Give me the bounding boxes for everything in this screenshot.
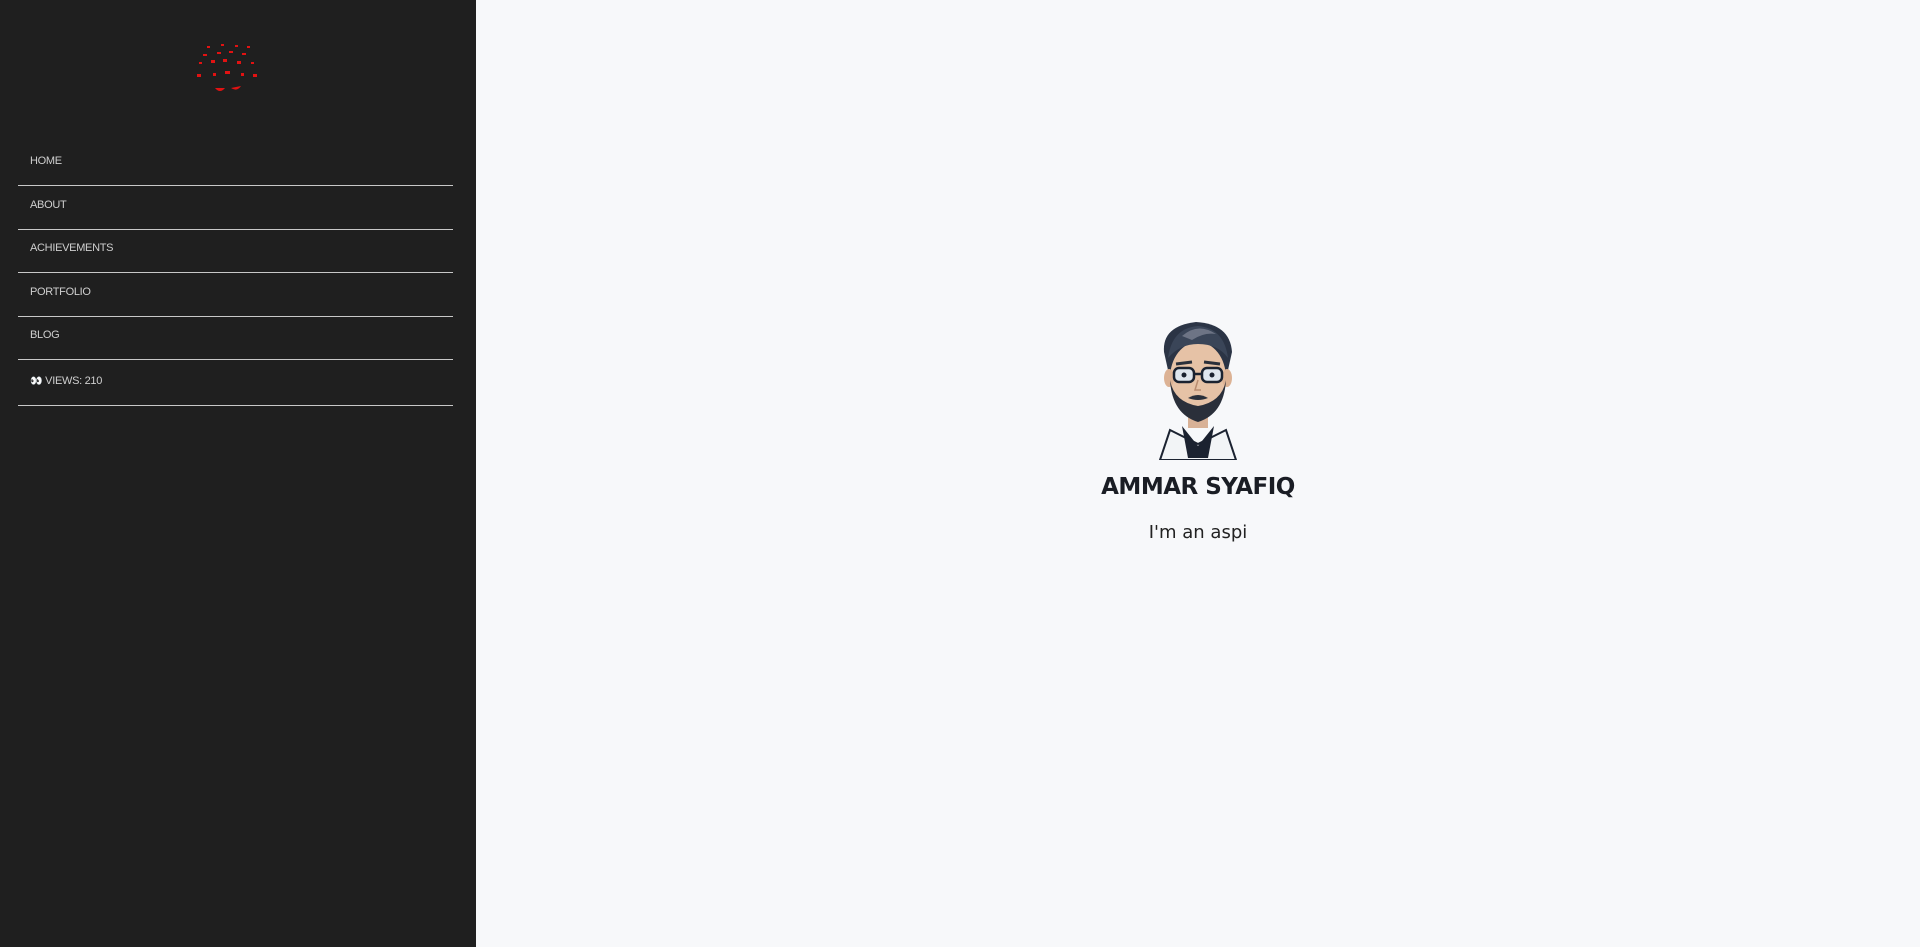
profile-section: AMMAR SYAFIQ I'm an aspi: [476, 318, 1920, 543]
sidebar: HOME ABOUT ACHIEVEMENTS PORTFOLIO BLOG 👀…: [0, 0, 476, 947]
sidebar-item-blog[interactable]: BLOG: [18, 318, 453, 361]
profile-name: AMMAR SYAFIQ: [1101, 474, 1295, 500]
sidebar-item-about[interactable]: ABOUT: [18, 188, 453, 230]
views-counter-label: VIEWS: 210: [45, 374, 103, 387]
views-counter: 👀 VIEWS: 210: [18, 362, 453, 406]
page: HOME ABOUT ACHIEVEMENTS PORTFOLIO BLOG 👀…: [0, 0, 1920, 947]
profile-tagline: I'm an aspi: [1148, 522, 1248, 543]
bearded-man-glasses-avatar: [1158, 322, 1238, 460]
main-content: AMMAR SYAFIQ I'm an aspi: [476, 0, 1920, 947]
eyes-icon: 👀: [30, 375, 43, 387]
sidebar-nav: HOME ABOUT ACHIEVEMENTS PORTFOLIO BLOG 👀…: [18, 144, 453, 408]
sidebar-item-achievements[interactable]: ACHIEVEMENTS: [18, 231, 453, 274]
sidebar-item-portfolio[interactable]: PORTFOLIO: [18, 275, 453, 317]
red-glyph-logo-icon[interactable]: [193, 40, 265, 100]
sidebar-item-home[interactable]: HOME: [18, 144, 453, 186]
